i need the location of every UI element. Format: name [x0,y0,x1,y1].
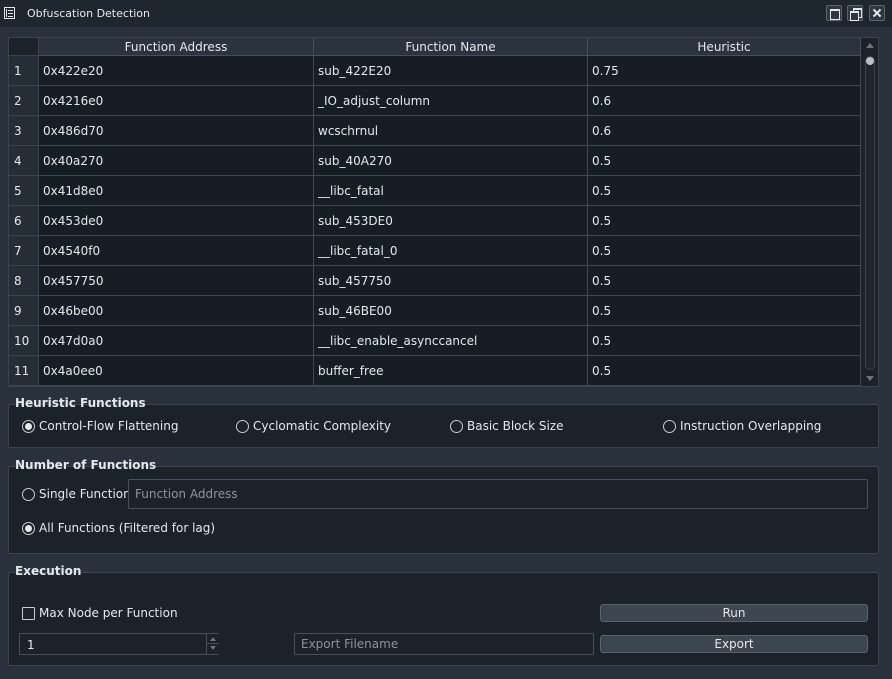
cell-name[interactable]: sub_422E20 [314,56,588,86]
cell-heuristic[interactable]: 0.6 [588,86,861,116]
max-node-value[interactable]: 1 [27,638,35,652]
radio-basic-block-size[interactable] [450,420,463,433]
cell-address[interactable]: 0x46be00 [39,296,314,326]
column-header-name[interactable]: Function Name [314,38,588,56]
spin-up-icon[interactable] [206,634,219,644]
row-header[interactable]: 7 [9,236,39,266]
radio-single-function[interactable] [22,488,35,501]
cell-address[interactable]: 0x41d8e0 [39,176,314,206]
label-all-functions[interactable]: All Functions (Filtered for lag) [39,521,215,535]
cell-address[interactable]: 0x486d70 [39,116,314,146]
column-header-address[interactable]: Function Address [39,38,314,56]
run-button[interactable]: Run [600,604,868,622]
label-basic-block-size[interactable]: Basic Block Size [467,419,564,433]
row-header[interactable]: 4 [9,146,39,176]
cell-name[interactable]: __libc_fatal [314,176,588,206]
label-single-function[interactable]: Single Function [39,487,131,501]
label-instruction-overlapping[interactable]: Instruction Overlapping [680,419,821,433]
cell-name[interactable]: _IO_adjust_column [314,86,588,116]
cell-heuristic[interactable]: 0.5 [588,296,861,326]
row-header[interactable]: 2 [9,86,39,116]
cell-address[interactable]: 0x457750 [39,266,314,296]
restore-icon[interactable] [847,5,863,21]
cell-address[interactable]: 0x4540f0 [39,236,314,266]
max-node-spinbox[interactable]: 1 [19,633,219,655]
scroll-down-icon[interactable] [866,376,874,381]
cell-heuristic[interactable]: 0.5 [588,176,861,206]
row-header[interactable]: 6 [9,206,39,236]
cell-address[interactable]: 0x40a270 [39,146,314,176]
function-address-input[interactable] [128,479,868,509]
cell-name[interactable]: __libc_enable_asynccancel [314,326,588,356]
cell-name[interactable]: sub_453DE0 [314,206,588,236]
spin-down-icon[interactable] [206,644,219,654]
cell-heuristic[interactable]: 0.5 [588,206,861,236]
export-filename-input[interactable] [294,633,594,655]
cell-heuristic[interactable]: 0.5 [588,236,861,266]
app-window-icon [4,7,15,19]
minimize-icon[interactable] [826,5,842,21]
cell-address[interactable]: 0x4216e0 [39,86,314,116]
scroll-track[interactable] [865,56,875,370]
cell-heuristic[interactable]: 0.5 [588,146,861,176]
cell-address[interactable]: 0x4a0ee0 [39,356,314,386]
execution-title: Execution [15,564,82,578]
label-cyclomatic-complexity[interactable]: Cyclomatic Complexity [253,419,391,433]
row-header[interactable]: 11 [9,356,39,386]
radio-instruction-overlapping[interactable] [663,420,676,433]
number-of-functions-title: Number of Functions [15,458,157,472]
radio-all-functions[interactable] [22,522,35,535]
row-header[interactable]: 3 [9,116,39,146]
cell-address[interactable]: 0x422e20 [39,56,314,86]
cell-address[interactable]: 0x453de0 [39,206,314,236]
cell-heuristic[interactable]: 0.5 [588,326,861,356]
scroll-up-icon[interactable] [866,43,874,48]
table-corner[interactable] [9,38,39,56]
cell-heuristic[interactable]: 0.5 [588,266,861,296]
row-header[interactable]: 9 [9,296,39,326]
column-header-heuristic[interactable]: Heuristic [588,38,861,56]
row-header[interactable]: 10 [9,326,39,356]
label-max-node[interactable]: Max Node per Function [39,606,178,620]
cell-name[interactable]: buffer_free [314,356,588,386]
cell-name[interactable]: sub_40A270 [314,146,588,176]
cell-name[interactable]: wcschrnul [314,116,588,146]
cell-address[interactable]: 0x47d0a0 [39,326,314,356]
results-table: Function Address Function Name Heuristic… [8,37,879,387]
vertical-scrollbar[interactable] [861,38,878,386]
cell-name[interactable]: sub_457750 [314,266,588,296]
heuristic-functions-title: Heuristic Functions [15,396,146,410]
radio-cyclomatic-complexity[interactable] [236,420,249,433]
row-header[interactable]: 1 [9,56,39,86]
radio-control-flow-flattening[interactable] [22,420,35,433]
row-header[interactable]: 5 [9,176,39,206]
export-button[interactable]: Export [600,635,868,653]
cell-heuristic[interactable]: 0.5 [588,356,861,386]
scroll-thumb[interactable] [866,57,874,65]
cell-name[interactable]: __libc_fatal_0 [314,236,588,266]
title-bar: Obfuscation Detection [0,0,892,27]
close-icon[interactable] [869,5,885,21]
window-title: Obfuscation Detection [27,7,151,20]
row-header[interactable]: 8 [9,266,39,296]
cell-heuristic[interactable]: 0.75 [588,56,861,86]
cell-heuristic[interactable]: 0.6 [588,116,861,146]
max-node-checkbox[interactable] [22,607,35,620]
label-control-flow-flattening[interactable]: Control-Flow Flattening [39,419,178,433]
cell-name[interactable]: sub_46BE00 [314,296,588,326]
